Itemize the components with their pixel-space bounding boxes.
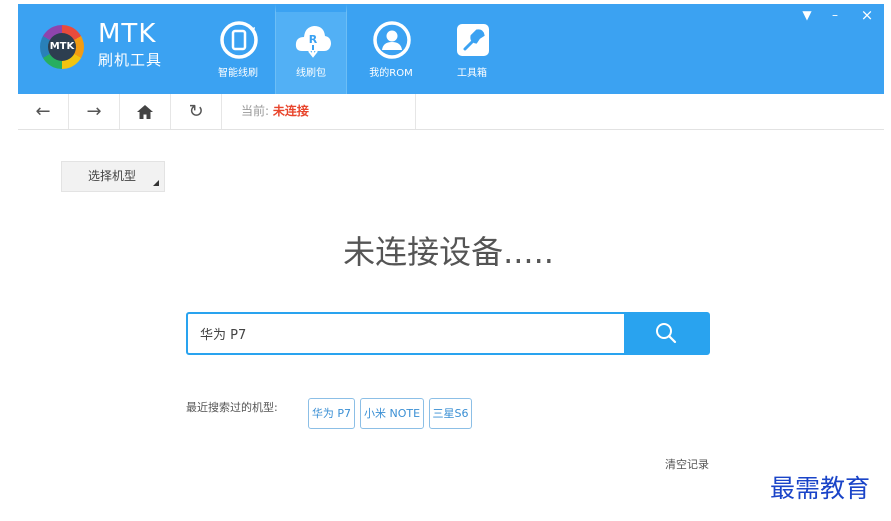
close-button[interactable]: × xyxy=(858,6,876,24)
minimize-button[interactable]: – xyxy=(826,6,844,24)
forward-button[interactable]: → xyxy=(69,94,120,129)
device-status-headline: 未连接设备..... xyxy=(343,233,554,271)
nav-label: 智能线刷 xyxy=(218,68,258,79)
refresh-button[interactable]: ↻ xyxy=(171,94,222,129)
user-icon xyxy=(373,21,411,59)
recent-tag-samsung-s6[interactable]: 三星S6 xyxy=(429,398,472,429)
nav-label: 我的ROM xyxy=(369,68,413,79)
home-icon xyxy=(137,105,153,119)
nav-smart-flash[interactable]: 智能线刷 xyxy=(202,4,274,94)
nav-flash-package[interactable]: R 线刷包 xyxy=(275,4,347,94)
menu-dropdown-icon[interactable]: ▼ xyxy=(798,6,816,24)
dropdown-corner-icon xyxy=(153,180,159,186)
app-logo: MTK xyxy=(40,25,84,69)
nav-toolbox[interactable]: 工具箱 xyxy=(436,4,508,94)
title-bar: MTK MTK 刷机工具 智能线刷 R 线刷包 我的ROM 工具箱 ▼ – × xyxy=(18,4,884,94)
app-title: MTK xyxy=(98,19,157,49)
status-value: 未连接 xyxy=(272,104,309,118)
wrench-icon xyxy=(457,24,489,56)
clear-history-link[interactable]: 清空记录 xyxy=(665,458,709,472)
select-model-dropdown[interactable]: 选择机型 xyxy=(61,161,165,192)
back-button[interactable]: ← xyxy=(18,94,69,129)
recent-tag-huawei-p7[interactable]: 华为 P7 xyxy=(308,398,355,429)
nav-label: 线刷包 xyxy=(296,68,326,79)
toolbar-divider xyxy=(415,94,416,129)
app-subtitle: 刷机工具 xyxy=(98,51,163,69)
svg-text:R: R xyxy=(309,33,318,46)
watermark: 最需教育 xyxy=(770,474,871,503)
model-search-input[interactable] xyxy=(188,314,624,353)
status-label: 当前: xyxy=(241,104,270,118)
recent-searches-label: 最近搜索过的机型: xyxy=(186,401,278,414)
connection-status: 当前: 未连接 xyxy=(241,94,309,129)
select-model-label: 选择机型 xyxy=(88,169,137,183)
home-button[interactable] xyxy=(120,94,171,129)
search-icon xyxy=(656,323,677,344)
model-search-box xyxy=(186,312,710,355)
nav-label: 工具箱 xyxy=(457,68,487,79)
nav-my-rom[interactable]: 我的ROM xyxy=(355,4,427,94)
navigation-toolbar: ← → ↻ 当前: 未连接 xyxy=(18,94,884,130)
phone-refresh-icon xyxy=(220,21,258,59)
cloud-download-icon: R xyxy=(295,26,331,58)
recent-tag-xiaomi-note[interactable]: 小米 NOTE xyxy=(360,398,424,429)
logo-text: MTK xyxy=(48,33,76,61)
search-button[interactable] xyxy=(624,314,708,353)
